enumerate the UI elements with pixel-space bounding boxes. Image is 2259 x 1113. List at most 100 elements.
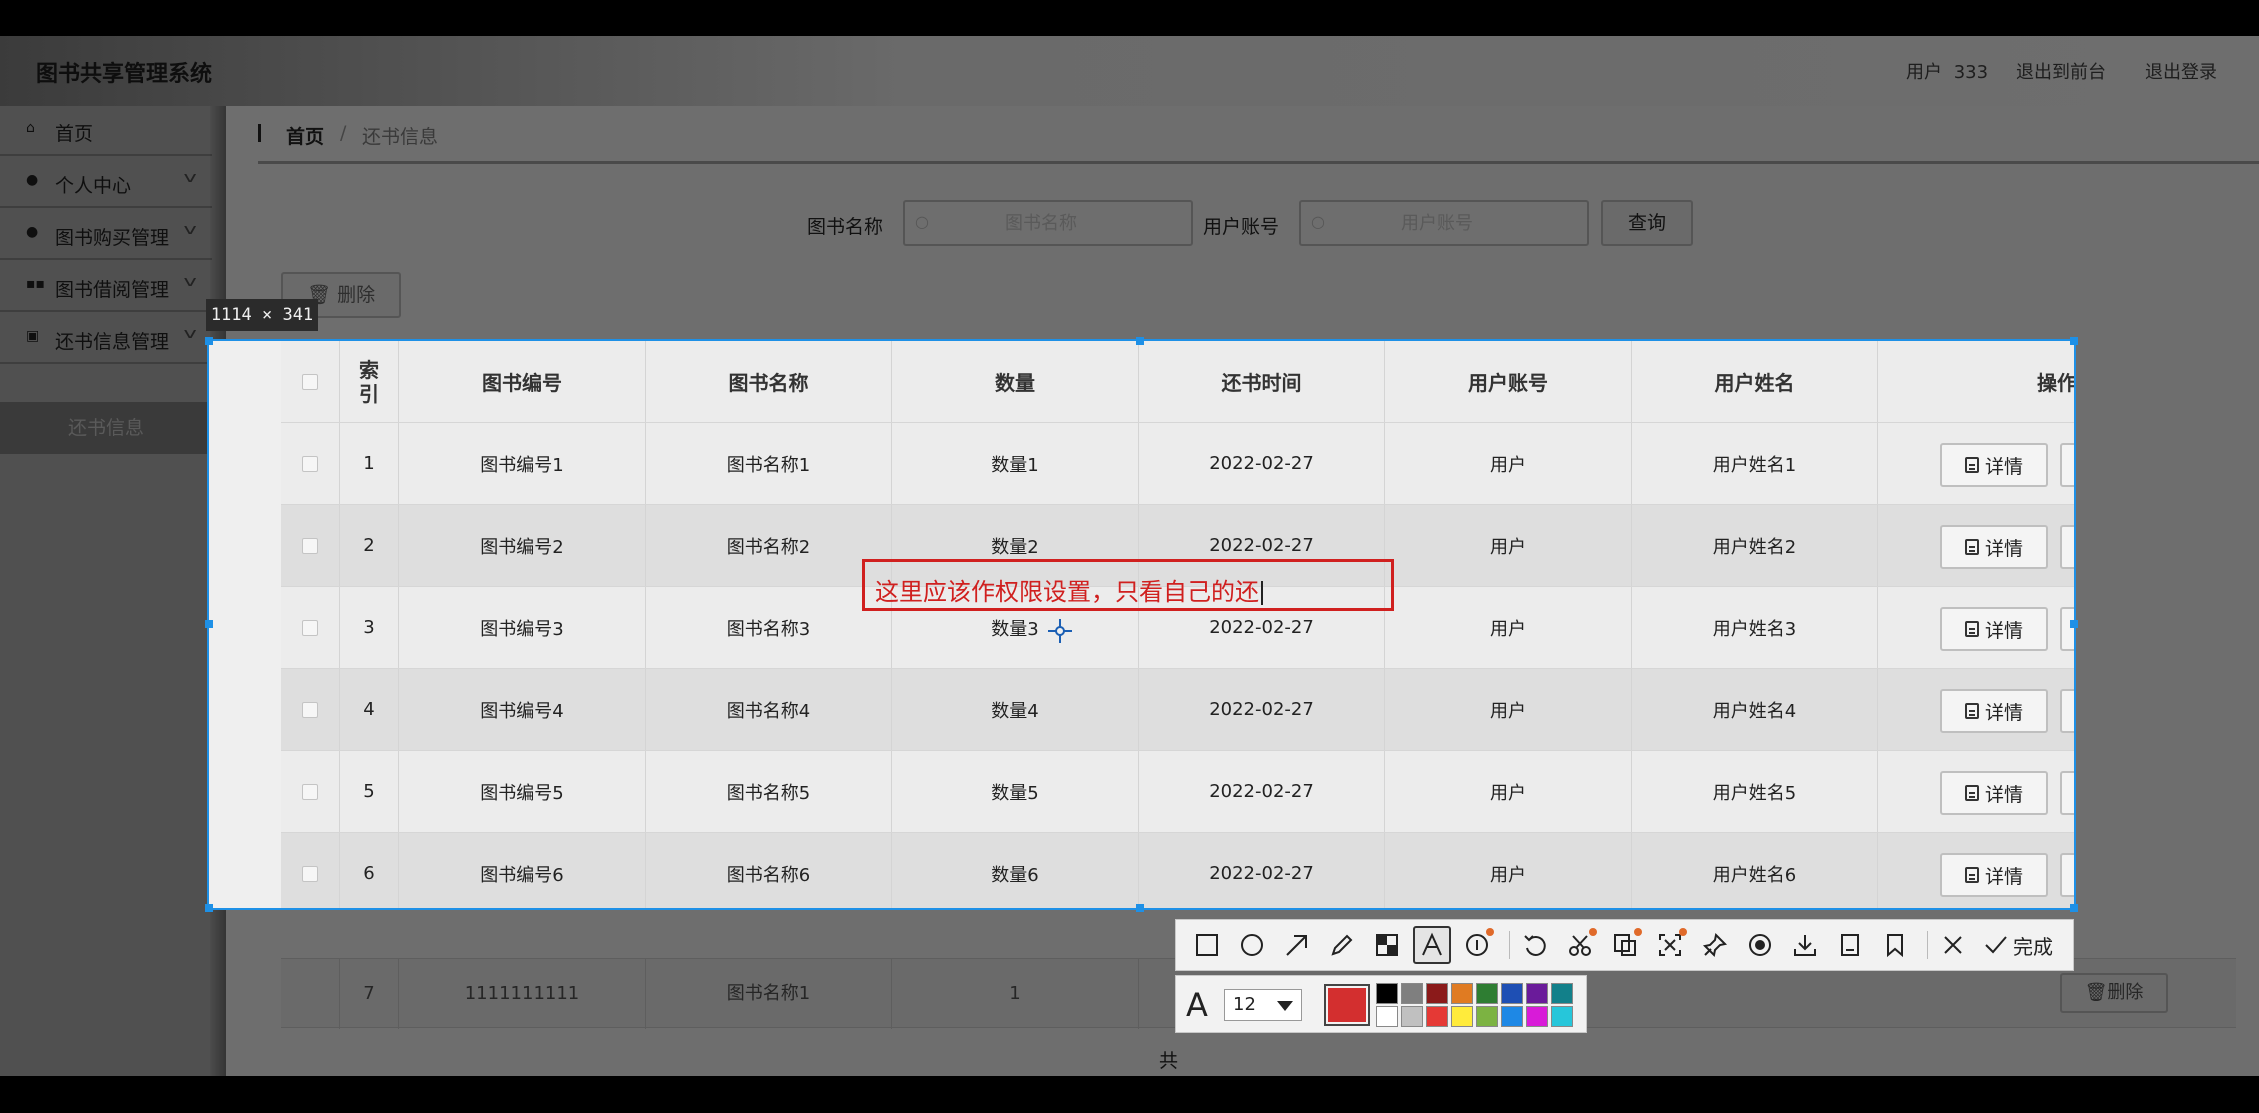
cell-index: 7	[340, 959, 399, 1029]
text-tool-icon[interactable]	[1413, 926, 1451, 964]
delete-button[interactable]: 🗑删除	[2060, 853, 2074, 897]
cell-book-no: 1111111111	[399, 959, 646, 1029]
cell-book-name: 图书名称1	[646, 959, 892, 1029]
select-all-checkbox[interactable]	[302, 373, 318, 390]
row-checkbox[interactable]	[302, 455, 318, 472]
cell-book-no: 图书编号5	[399, 751, 646, 832]
cell-account: 用户	[1385, 833, 1632, 908]
detail-button[interactable]: 详情	[1940, 689, 2048, 733]
row-checkbox-cell[interactable]	[281, 959, 340, 1029]
font-size-select[interactable]: 12	[1224, 989, 1302, 1021]
cell-book-no: 图书编号2	[399, 505, 646, 586]
resize-handle[interactable]	[2070, 337, 2078, 345]
book-name-field[interactable]	[941, 210, 1141, 236]
account-field[interactable]	[1337, 210, 1537, 236]
scissors-icon[interactable]	[1561, 926, 1599, 964]
delete-button[interactable]: 🗑删除	[2060, 607, 2074, 651]
detail-button[interactable]: 详情	[1940, 525, 2048, 569]
pen-tool-icon[interactable]	[1323, 926, 1361, 964]
current-color[interactable]	[1324, 984, 1370, 1026]
cell-index: 3	[340, 587, 399, 668]
color-swatch[interactable]	[1476, 1006, 1498, 1027]
color-swatch[interactable]	[1551, 1006, 1573, 1027]
record-icon[interactable]	[1741, 926, 1779, 964]
row-checkbox-cell	[281, 833, 340, 908]
account-input[interactable]: ○	[1299, 200, 1589, 246]
ocr-icon[interactable]	[1606, 926, 1644, 964]
detail-button[interactable]: 详情	[1940, 607, 2048, 651]
done-button[interactable]: 完成	[1983, 931, 2053, 960]
delete-button[interactable]: 🗑删除	[2060, 689, 2074, 733]
color-swatch[interactable]	[1451, 983, 1473, 1004]
download-icon[interactable]	[1786, 926, 1824, 964]
resize-handle[interactable]	[2070, 620, 2078, 628]
search-icon: ○	[915, 212, 929, 231]
color-swatch[interactable]	[1376, 1006, 1398, 1027]
detail-button[interactable]: 详情	[1940, 443, 2048, 487]
cell-actions: 详情 🗑删除	[1878, 833, 2074, 908]
chevron-down-icon: v	[183, 170, 197, 186]
bookmark-icon[interactable]	[1876, 926, 1914, 964]
color-swatch[interactable]	[1501, 1006, 1523, 1027]
color-swatch[interactable]	[1526, 1006, 1548, 1027]
user-icon: ●	[26, 172, 39, 188]
color-swatch[interactable]	[1501, 983, 1523, 1004]
table-row: 1图书编号1图书名称1数量12022-02-27用户用户姓名1 详情 🗑删除	[281, 423, 2074, 505]
pin-icon[interactable]	[1696, 926, 1734, 964]
color-swatch[interactable]	[1376, 983, 1398, 1004]
row-checkbox[interactable]	[302, 619, 318, 636]
color-swatch[interactable]	[1426, 983, 1448, 1004]
sidebar-subitem-return-info[interactable]: 还书信息	[0, 402, 212, 454]
resize-handle[interactable]	[205, 620, 213, 628]
resize-handle[interactable]	[205, 337, 213, 345]
long-screenshot-icon[interactable]	[1831, 926, 1869, 964]
color-swatch[interactable]	[1451, 1006, 1473, 1027]
translate-icon[interactable]	[1651, 926, 1689, 964]
screen: 图书共享管理系统 用户 333 退出到前台 退出登录 ⌂ 首页 ● 个人中心 v…	[0, 0, 2259, 1113]
breadcrumb-home[interactable]: 首页	[286, 122, 324, 149]
cell-book-name: 图书名称2	[646, 505, 892, 586]
resize-handle[interactable]	[2070, 904, 2078, 912]
row-checkbox[interactable]	[302, 701, 318, 718]
rectangle-tool-icon[interactable]	[1188, 926, 1226, 964]
resize-handle[interactable]	[205, 904, 213, 912]
cell-index: 6	[340, 833, 399, 908]
capture-region[interactable]: 索 引图书编号 图书名称 数量 还书时间 用户账号 用户姓名 操作 1 图书编号1 图书名称1 数量…	[207, 339, 2076, 910]
row-checkbox[interactable]	[302, 537, 318, 554]
row-checkbox[interactable]	[302, 783, 318, 800]
logout-link[interactable]: 退出登录	[2145, 58, 2217, 84]
sidebar-item-book-purchase[interactable]: ● 图书购买管理 v	[0, 210, 212, 260]
back-to-front-link[interactable]: 退出到前台	[2016, 58, 2106, 84]
resize-handle[interactable]	[1136, 904, 1144, 912]
sidebar-item-return-info[interactable]: ▣ 还书信息管理 v	[0, 314, 212, 364]
sidebar-item-personal-center[interactable]: ● 个人中心 v	[0, 158, 212, 208]
delete-button[interactable]: 🗑删除	[2060, 771, 2074, 815]
annotation-textbox[interactable]: 这里应该作权限设置，只看自己的还	[862, 559, 1394, 611]
undo-icon[interactable]	[1516, 926, 1554, 964]
color-swatch[interactable]	[1551, 983, 1573, 1004]
color-swatch[interactable]	[1526, 983, 1548, 1004]
color-swatch[interactable]	[1476, 983, 1498, 1004]
cell-user-name: 用户姓名2	[1632, 505, 1878, 586]
close-icon[interactable]	[1934, 926, 1972, 964]
delete-button[interactable]: 🗑删除	[2060, 973, 2168, 1013]
badge-dot	[1679, 928, 1687, 936]
query-button[interactable]: 查询	[1601, 200, 1693, 246]
resize-handle[interactable]	[1136, 337, 1144, 345]
serial-number-tool-icon[interactable]	[1458, 926, 1496, 964]
mosaic-tool-icon[interactable]	[1368, 926, 1406, 964]
delete-button[interactable]: 🗑删除	[2060, 443, 2074, 487]
color-swatch[interactable]	[1401, 983, 1423, 1004]
search-icon: ○	[1311, 212, 1325, 231]
detail-button[interactable]: 详情	[1940, 771, 2048, 815]
arrow-tool-icon[interactable]	[1278, 926, 1316, 964]
sidebar-item-home[interactable]: ⌂ 首页	[0, 106, 212, 156]
sidebar-item-book-borrow[interactable]: ▪▪ 图书借阅管理 v	[0, 262, 212, 312]
delete-button[interactable]: 🗑删除	[2060, 525, 2074, 569]
book-name-input[interactable]: ○	[903, 200, 1193, 246]
row-checkbox[interactable]	[302, 865, 318, 882]
color-swatch[interactable]	[1426, 1006, 1448, 1027]
detail-button[interactable]: 详情	[1940, 853, 2048, 897]
ellipse-tool-icon[interactable]	[1233, 926, 1271, 964]
color-swatch[interactable]	[1401, 1006, 1423, 1027]
